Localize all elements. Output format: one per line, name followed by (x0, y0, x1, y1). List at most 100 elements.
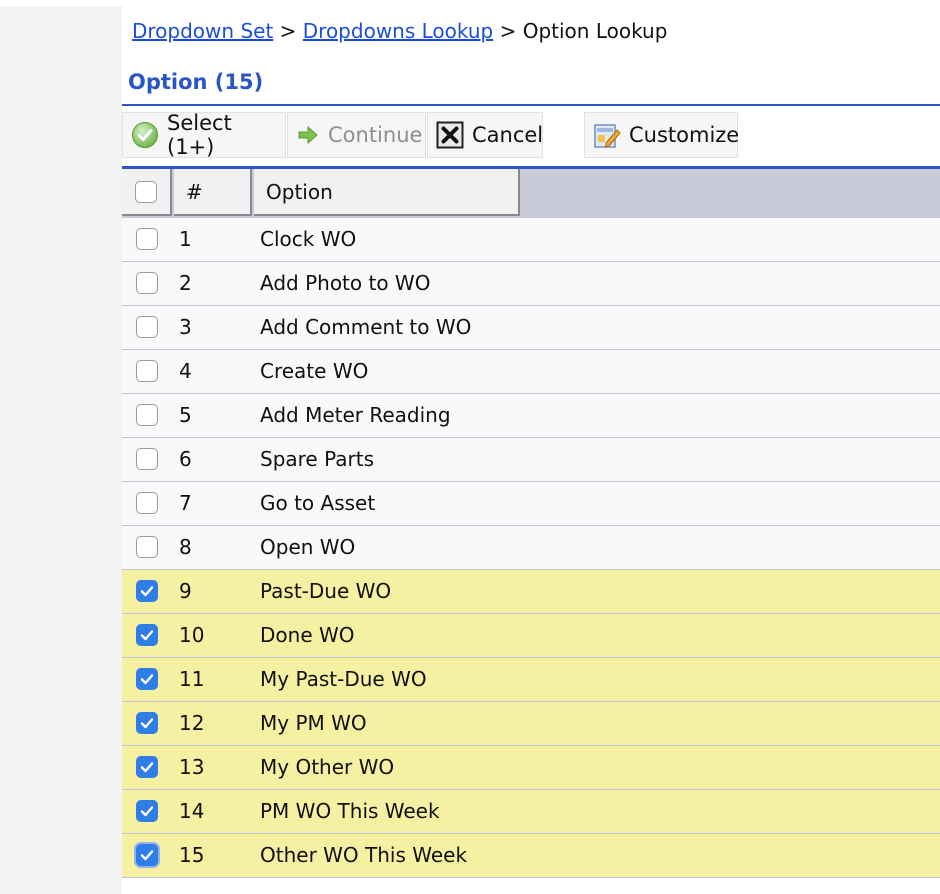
option-table: # Option 1 Clock WO 2 Add Photo to WO 3 Add C… (122, 166, 940, 878)
main-content: Dropdown Set > Dropdowns Lookup > Option… (122, 6, 940, 894)
row-option: Clock WO (260, 227, 357, 251)
table-row[interactable]: 12 My PM WO (122, 702, 940, 746)
row-checkbox[interactable] (136, 448, 158, 470)
row-checkbox-cell (136, 800, 158, 822)
checkmark-icon (140, 586, 154, 597)
row-number: 3 (179, 315, 192, 339)
breadcrumb-current: Option Lookup (522, 19, 668, 43)
continue-button-label: Continue (328, 123, 423, 147)
row-option: Spare Parts (260, 447, 374, 471)
row-checkbox-cell (136, 756, 158, 778)
row-checkbox-cell (136, 844, 158, 866)
row-checkbox[interactable] (136, 580, 158, 602)
table-row[interactable]: 11 My Past-Due WO (122, 658, 940, 702)
row-option: Past-Due WO (260, 579, 392, 603)
column-header-option[interactable]: Option (254, 169, 520, 216)
table-row[interactable]: 4 Create WO (122, 350, 940, 394)
select-all-header (122, 169, 172, 216)
breadcrumb-dropdown-set[interactable]: Dropdown Set (132, 19, 273, 43)
row-option: My Other WO (260, 755, 395, 779)
row-checkbox[interactable] (136, 228, 158, 250)
row-checkbox-cell (136, 404, 158, 426)
row-option: Other WO This Week (260, 843, 468, 867)
checkmark-icon (140, 850, 154, 861)
row-number: 9 (179, 579, 192, 603)
row-option: Add Meter Reading (260, 403, 451, 427)
table-row[interactable]: 1 Clock WO (122, 218, 940, 262)
row-checkbox[interactable] (136, 492, 158, 514)
row-checkbox[interactable] (136, 404, 158, 426)
row-checkbox[interactable] (136, 844, 158, 866)
row-checkbox[interactable] (136, 316, 158, 338)
customize-button[interactable]: Customize (584, 112, 740, 158)
select-button-label: Select (1+) (167, 111, 232, 159)
table-row[interactable]: 15 Other WO This Week (122, 834, 940, 878)
customize-button-label: Customize (629, 123, 740, 147)
table-row[interactable]: 2 Add Photo to WO (122, 262, 940, 306)
row-checkbox[interactable] (136, 712, 158, 734)
checkmark-icon (140, 718, 154, 729)
column-header-number[interactable]: # (174, 169, 252, 216)
table-row[interactable]: 5 Add Meter Reading (122, 394, 940, 438)
pencil-document-icon (593, 120, 621, 150)
row-checkbox[interactable] (136, 800, 158, 822)
cancel-button[interactable]: Cancel (427, 112, 543, 158)
table-row[interactable]: 9 Past-Due WO (122, 570, 940, 614)
table-body: 1 Clock WO 2 Add Photo to WO 3 Add Comment to… (122, 218, 940, 878)
select-button[interactable]: Select (1+) (122, 111, 286, 159)
breadcrumb: Dropdown Set > Dropdowns Lookup > Option… (132, 19, 667, 43)
row-number: 6 (179, 447, 192, 471)
row-checkbox-cell (136, 668, 158, 690)
row-checkbox-cell (136, 272, 158, 294)
table-row[interactable]: 3 Add Comment to WO (122, 306, 940, 350)
row-checkbox[interactable] (136, 536, 158, 558)
row-option: PM WO This Week (260, 799, 440, 823)
row-checkbox[interactable] (136, 624, 158, 646)
row-number: 11 (179, 667, 205, 691)
table-row[interactable]: 6 Spare Parts (122, 438, 940, 482)
row-checkbox-cell (136, 228, 158, 250)
toolbar: Select (1+) Continue Cancel Customize (122, 111, 940, 160)
table-row[interactable]: 13 My Other WO (122, 746, 940, 790)
table-row[interactable]: 7 Go to Asset (122, 482, 940, 526)
table-row[interactable]: 8 Open WO (122, 526, 940, 570)
row-option: Create WO (260, 359, 369, 383)
select-all-checkbox[interactable] (135, 180, 157, 203)
row-number: 4 (179, 359, 192, 383)
row-checkbox-cell (136, 492, 158, 514)
row-number: 10 (179, 623, 205, 647)
row-number: 14 (179, 799, 205, 823)
row-number: 1 (179, 227, 192, 251)
table-row[interactable]: 14 PM WO This Week (122, 790, 940, 834)
row-number: 2 (179, 271, 192, 295)
row-checkbox[interactable] (136, 360, 158, 382)
page-title: Option (15) (128, 70, 264, 94)
row-checkbox[interactable] (136, 668, 158, 690)
row-checkbox-cell (136, 448, 158, 470)
row-checkbox[interactable] (136, 272, 158, 294)
x-box-icon (436, 120, 464, 150)
table-row[interactable]: 10 Done WO (122, 614, 940, 658)
title-divider (122, 104, 940, 106)
breadcrumb-dropdowns-lookup[interactable]: Dropdowns Lookup (303, 19, 493, 43)
row-checkbox-cell (136, 316, 158, 338)
row-option: Add Comment to WO (260, 315, 472, 339)
breadcrumb-separator: > (279, 19, 297, 43)
row-checkbox-cell (136, 712, 158, 734)
row-option: Add Photo to WO (260, 271, 431, 295)
row-checkbox[interactable] (136, 756, 158, 778)
checkmark-icon (140, 762, 154, 773)
row-option: My Past-Due WO (260, 667, 427, 691)
checkmark-icon (140, 674, 154, 685)
cancel-button-label: Cancel (472, 123, 544, 147)
row-checkbox-cell (136, 360, 158, 382)
green-arrow-right-icon (296, 120, 320, 150)
row-number: 15 (179, 843, 205, 867)
row-number: 8 (179, 535, 192, 559)
row-option: Go to Asset (260, 491, 376, 515)
continue-button[interactable]: Continue (287, 112, 426, 158)
row-option: Open WO (260, 535, 356, 559)
breadcrumb-separator: > (499, 19, 517, 43)
row-number: 7 (179, 491, 192, 515)
row-number: 12 (179, 711, 205, 735)
